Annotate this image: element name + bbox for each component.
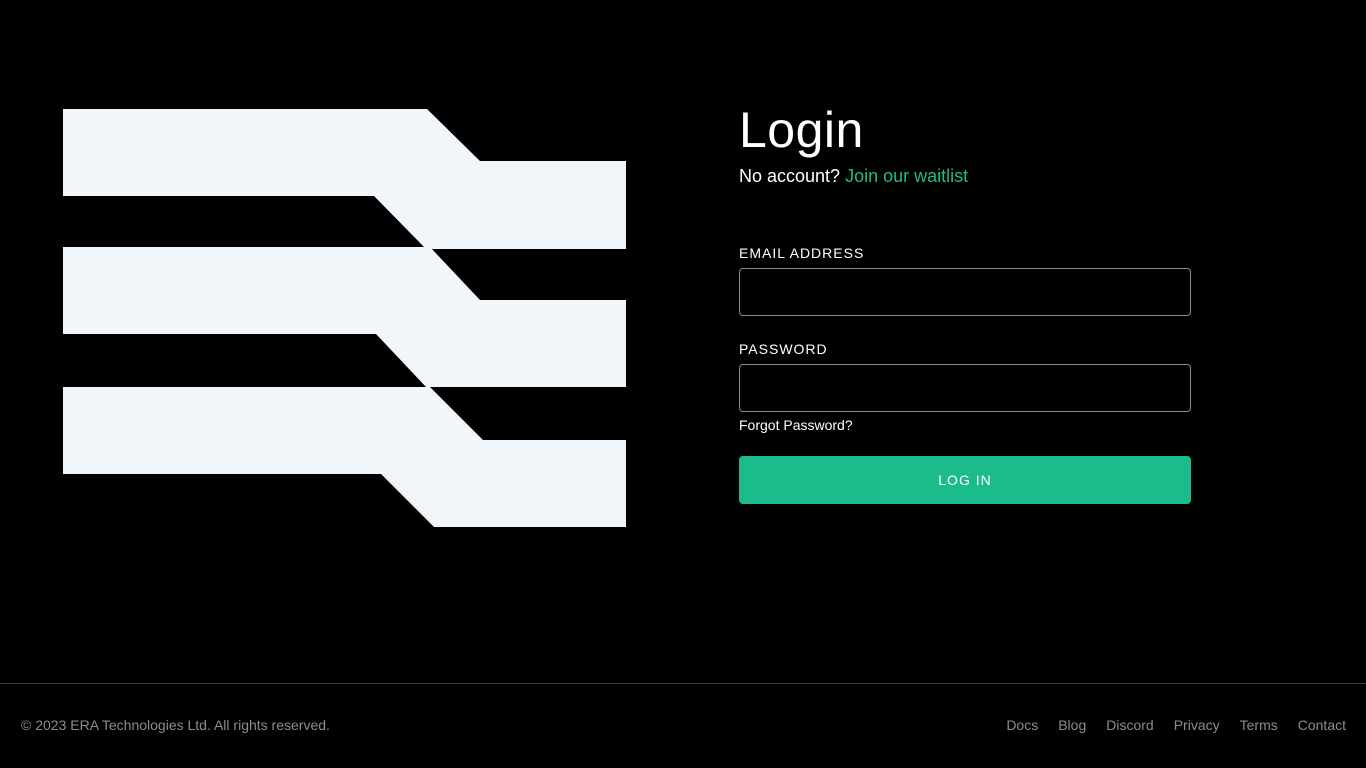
no-account-text: No account? <box>739 166 841 186</box>
logo-stripe-middle <box>63 247 626 387</box>
login-page: Login No account? Join our waitlist EMAI… <box>0 0 1366 768</box>
login-form: Login No account? Join our waitlist EMAI… <box>739 100 1191 504</box>
email-field[interactable] <box>739 268 1191 316</box>
logo-stripe-bottom <box>63 387 626 527</box>
page-title: Login <box>739 102 864 158</box>
login-button[interactable]: LOG IN <box>739 456 1191 504</box>
era-logo <box>63 109 626 527</box>
signup-prompt: No account? Join our waitlist <box>739 164 1191 188</box>
join-waitlist-link[interactable]: Join our waitlist <box>845 166 968 186</box>
footer-link-privacy[interactable]: Privacy <box>1174 717 1220 733</box>
footer-link-blog[interactable]: Blog <box>1058 717 1086 733</box>
footer-link-contact[interactable]: Contact <box>1298 717 1346 733</box>
password-field[interactable] <box>739 364 1191 412</box>
footer-link-terms[interactable]: Terms <box>1240 717 1278 733</box>
footer-link-discord[interactable]: Discord <box>1106 717 1153 733</box>
copyright-text: © 2023 ERA Technologies Ltd. All rights … <box>21 717 330 733</box>
footer-link-docs[interactable]: Docs <box>1006 717 1038 733</box>
forgot-password-link[interactable]: Forgot Password? <box>739 416 853 434</box>
email-label: EMAIL ADDRESS <box>739 245 865 261</box>
logo-stripe-top <box>63 109 626 249</box>
footer: © 2023 ERA Technologies Ltd. All rights … <box>0 683 1366 768</box>
footer-nav: Docs Blog Discord Privacy Terms Contact <box>1006 717 1346 733</box>
password-label: PASSWORD <box>739 341 828 357</box>
